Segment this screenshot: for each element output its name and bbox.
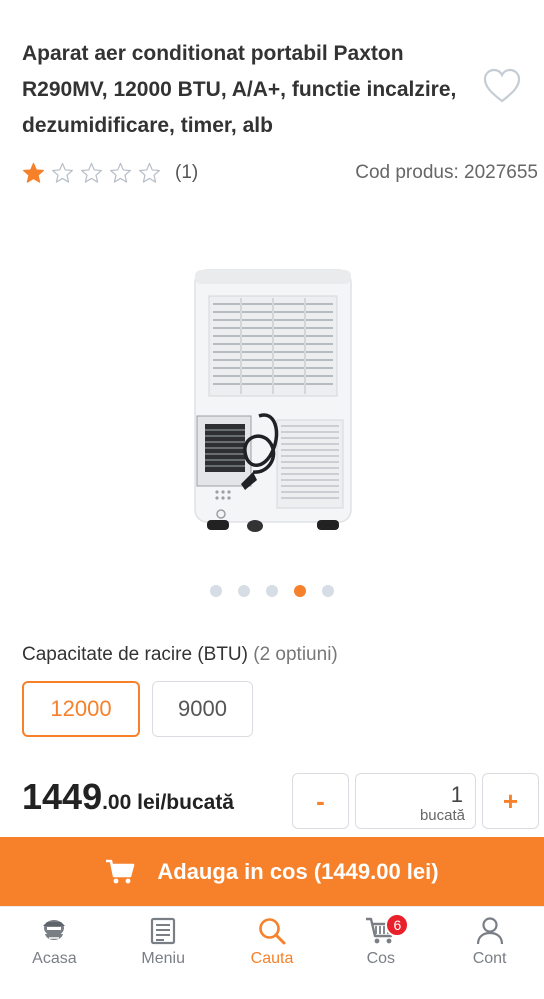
add-to-cart-button[interactable]: Adauga in cos (1449.00 lei)	[0, 837, 544, 906]
quantity-unit: bucată	[419, 807, 465, 824]
carousel-dots	[0, 585, 544, 597]
carousel-dot[interactable]	[238, 585, 250, 597]
carousel-dot-active[interactable]	[294, 585, 306, 597]
bottom-nav: Acasa Meniu Cauta 6 Cos Cont	[0, 906, 544, 999]
cart-icon	[106, 859, 135, 883]
quantity-value: 1	[450, 782, 463, 807]
star-empty-icon	[80, 162, 103, 184]
option-title: Capacitate de racire (BTU)	[22, 644, 248, 665]
product-image	[194, 269, 352, 532]
nav-label-cont: Cont	[472, 950, 507, 967]
option-count: (2 optiuni)	[253, 644, 338, 665]
quantity-increase-button[interactable]: +	[482, 773, 539, 829]
star-empty-icon	[138, 162, 161, 184]
carousel-dot[interactable]	[210, 585, 222, 597]
quantity-decrease-button[interactable]: -	[292, 773, 349, 829]
nav-label-cos: Cos	[366, 950, 396, 967]
quantity-input[interactable]: 1 bucată	[355, 773, 476, 829]
rating-row: (1) Cod produs: 2027655	[22, 158, 538, 188]
rating-stars[interactable]	[22, 162, 161, 184]
price-unit: .00 lei/bucată	[102, 791, 234, 814]
option-group: 12000 9000	[22, 681, 253, 737]
price-integer: 1449	[22, 776, 103, 817]
search-icon	[259, 918, 286, 945]
nav-item-meniu[interactable]: Meniu	[109, 907, 218, 999]
nav-label-acasa: Acasa	[32, 950, 77, 967]
nav-item-cos[interactable]: 6 Cos	[326, 907, 435, 999]
product-header: Aparat aer conditionat portabil Paxton R…	[22, 36, 492, 144]
carousel-dot[interactable]	[322, 585, 334, 597]
add-to-cart-label: Adauga in cos (1449.00 lei)	[157, 858, 439, 884]
option-12000-button[interactable]: 12000	[22, 681, 140, 737]
option-label: Capacitate de racire (BTU) (2 optiuni)	[22, 644, 338, 666]
rating-count[interactable]: (1)	[175, 162, 198, 184]
menu-list-icon	[151, 917, 176, 945]
nav-item-cauta[interactable]: Cauta	[218, 907, 327, 999]
star-empty-icon	[51, 162, 74, 184]
product-code: Cod produs: 2027655	[355, 162, 538, 183]
quantity-stepper: - 1 bucată +	[292, 773, 539, 829]
nav-item-acasa[interactable]: Acasa	[0, 907, 109, 999]
product-image-carousel[interactable]	[0, 230, 544, 570]
star-filled-icon	[22, 162, 45, 184]
heart-icon	[483, 68, 521, 103]
option-9000-button[interactable]: 9000	[152, 681, 253, 737]
product-title: Aparat aer conditionat portabil Paxton R…	[22, 42, 457, 137]
carousel-dot[interactable]	[266, 585, 278, 597]
price: 1449 .00 lei/bucată	[22, 776, 234, 818]
nav-label-meniu: Meniu	[141, 950, 185, 967]
star-empty-icon	[109, 162, 132, 184]
home-mascot-icon	[43, 920, 66, 940]
nav-item-cont[interactable]: Cont	[435, 907, 544, 999]
cart-count-badge: 6	[385, 913, 410, 937]
user-icon	[476, 917, 503, 945]
nav-label-cauta: Cauta	[250, 950, 294, 967]
favorite-button[interactable]	[482, 66, 522, 106]
